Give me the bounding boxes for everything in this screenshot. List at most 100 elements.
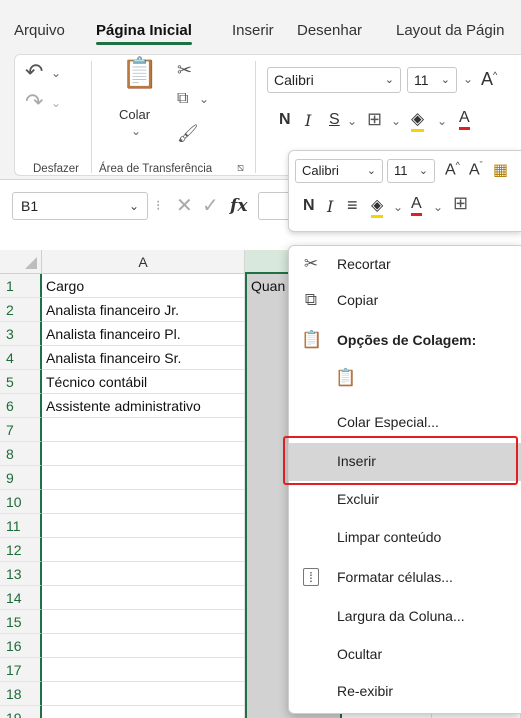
row-header[interactable]: 19 — [0, 706, 42, 718]
bold-icon[interactable]: N — [279, 111, 291, 129]
row-header[interactable]: 14 — [0, 586, 42, 610]
redo-dropdown-icon[interactable]: ⌄ — [51, 97, 61, 109]
underline-icon[interactable]: S — [329, 111, 340, 129]
cell-a[interactable] — [42, 418, 245, 442]
increase-font-icon[interactable]: A^ — [481, 69, 497, 90]
mini-borders-icon[interactable]: ⊞ — [453, 193, 468, 214]
cell-a[interactable] — [42, 658, 245, 682]
row-header[interactable]: 6 — [0, 394, 42, 418]
tab-desenhar[interactable]: Desenhar — [297, 22, 362, 39]
mini-bold-icon[interactable]: N — [303, 197, 315, 215]
row-header[interactable]: 15 — [0, 610, 42, 634]
paste-icon[interactable]: 📋 — [121, 59, 158, 89]
name-box[interactable]: B1 ⌄ — [12, 192, 148, 220]
mini-font-color-icon[interactable]: A — [411, 195, 422, 216]
cell-a[interactable] — [42, 586, 245, 610]
row-header[interactable]: 17 — [0, 658, 42, 682]
mini-fill-color-icon[interactable]: ◈ — [371, 195, 384, 218]
cell-a[interactable]: Técnico contábil — [42, 370, 245, 394]
decrease-font-icon[interactable]: Aˇ — [469, 160, 483, 179]
menu-item-limpar-conteudo[interactable]: Limpar conteúdo — [289, 519, 521, 557]
undo-icon[interactable]: ↶ — [25, 61, 43, 83]
chevron-down-icon[interactable]: ⌄ — [393, 201, 403, 213]
row-header[interactable]: 16 — [0, 634, 42, 658]
font-name-box[interactable]: Calibri ⌄ — [267, 67, 401, 93]
mini-font-name-box[interactable]: Calibri ⌄ — [295, 159, 383, 183]
tab-inserir[interactable]: Inserir — [232, 22, 274, 39]
row-header[interactable]: 3 — [0, 322, 42, 346]
separator — [255, 61, 256, 173]
paste-dropdown-icon[interactable]: ⌄ — [131, 125, 141, 137]
row-header[interactable]: 7 — [0, 418, 42, 442]
chevron-down-icon[interactable]: ⌄ — [391, 115, 401, 127]
more-options-icon[interactable]: ⁝ — [156, 198, 160, 212]
menu-item-excluir[interactable]: Excluir — [289, 481, 521, 519]
cell-a[interactable]: Assistente administrativo — [42, 394, 245, 418]
format-styles-icon[interactable]: ▦ — [493, 160, 508, 180]
tab-arquivo[interactable]: Arquivo — [14, 22, 65, 39]
copy-dropdown-icon[interactable]: ⌄ — [199, 93, 209, 105]
menu-item-re-exibir[interactable]: Re-exibir — [289, 673, 521, 711]
cell-a[interactable] — [42, 562, 245, 586]
redo-icon[interactable]: ↷ — [25, 91, 43, 113]
dialog-launcher-icon[interactable]: ⧅ — [237, 163, 244, 174]
row-header[interactable]: 10 — [0, 490, 42, 514]
cell-a[interactable] — [42, 490, 245, 514]
menu-item-ocultar[interactable]: Ocultar — [289, 636, 521, 674]
tab-layout[interactable]: Layout da Págin — [396, 22, 504, 39]
insert-function-icon[interactable]: fx — [230, 196, 247, 216]
cut-icon[interactable]: ✂ — [177, 61, 192, 79]
cell-a[interactable] — [42, 466, 245, 490]
row-header[interactable]: 18 — [0, 682, 42, 706]
row-header[interactable]: 1 — [0, 274, 42, 298]
borders-icon[interactable]: ⊞ — [367, 109, 382, 130]
cell-a[interactable] — [42, 538, 245, 562]
mini-font-size-box[interactable]: 11 ⌄ — [387, 159, 435, 183]
row-header[interactable]: 4 — [0, 346, 42, 370]
cell-a[interactable] — [42, 442, 245, 466]
cell-a[interactable]: Analista financeiro Sr. — [42, 346, 245, 370]
chevron-down-icon[interactable]: ⌄ — [463, 73, 473, 85]
align-center-icon[interactable]: ≡ — [347, 195, 358, 216]
cell-a[interactable]: Analista financeiro Pl. — [42, 322, 245, 346]
row-header[interactable]: 5 — [0, 370, 42, 394]
formula-input[interactable] — [258, 192, 288, 220]
cell-a[interactable] — [42, 682, 245, 706]
cell-a[interactable]: Analista financeiro Jr. — [42, 298, 245, 322]
cell-a[interactable]: Cargo — [42, 274, 245, 298]
italic-icon[interactable]: I — [305, 111, 311, 130]
copy-icon[interactable]: ⧉ — [177, 91, 188, 107]
chevron-down-icon[interactable]: ⌄ — [437, 115, 447, 127]
row-header[interactable]: 13 — [0, 562, 42, 586]
select-all-corner[interactable] — [0, 250, 42, 274]
menu-item-largura-coluna[interactable]: Largura da Coluna... — [289, 598, 521, 636]
highlight-box — [283, 436, 518, 485]
row-header[interactable]: 2 — [0, 298, 42, 322]
cell-a[interactable] — [42, 514, 245, 538]
chevron-down-icon[interactable]: ⌄ — [433, 201, 443, 213]
paste-option-button[interactable]: 📋 — [289, 360, 521, 398]
increase-font-icon[interactable]: A^ — [445, 160, 460, 179]
undo-dropdown-icon[interactable]: ⌄ — [51, 67, 61, 79]
cell-a[interactable] — [42, 706, 245, 718]
mini-italic-icon[interactable]: I — [327, 197, 333, 216]
cell-a[interactable] — [42, 634, 245, 658]
menu-item-formatar-celulas[interactable]: ⁞ Formatar células... — [289, 559, 521, 597]
paste-label[interactable]: Colar — [119, 107, 150, 122]
tab-pagina-inicial[interactable]: Página Inicial — [96, 22, 192, 45]
row-header[interactable]: 9 — [0, 466, 42, 490]
font-size-box[interactable]: 11 ⌄ — [407, 67, 457, 93]
fill-color-icon[interactable]: ◈ — [411, 109, 425, 132]
menu-item-recortar[interactable]: ✂ Recortar — [289, 246, 521, 284]
confirm-icon[interactable]: ✓ — [202, 196, 219, 216]
chevron-down-icon[interactable]: ⌄ — [347, 115, 357, 127]
font-color-icon[interactable]: A — [459, 109, 470, 130]
row-header[interactable]: 8 — [0, 442, 42, 466]
cancel-icon[interactable]: ✕ — [176, 196, 193, 216]
row-header[interactable]: 12 — [0, 538, 42, 562]
column-header-a[interactable]: A — [42, 250, 245, 274]
row-header[interactable]: 11 — [0, 514, 42, 538]
menu-item-copiar[interactable]: ⧉ Copiar — [289, 282, 521, 320]
cell-a[interactable] — [42, 610, 245, 634]
format-painter-icon[interactable]: 🖌 — [177, 125, 199, 142]
